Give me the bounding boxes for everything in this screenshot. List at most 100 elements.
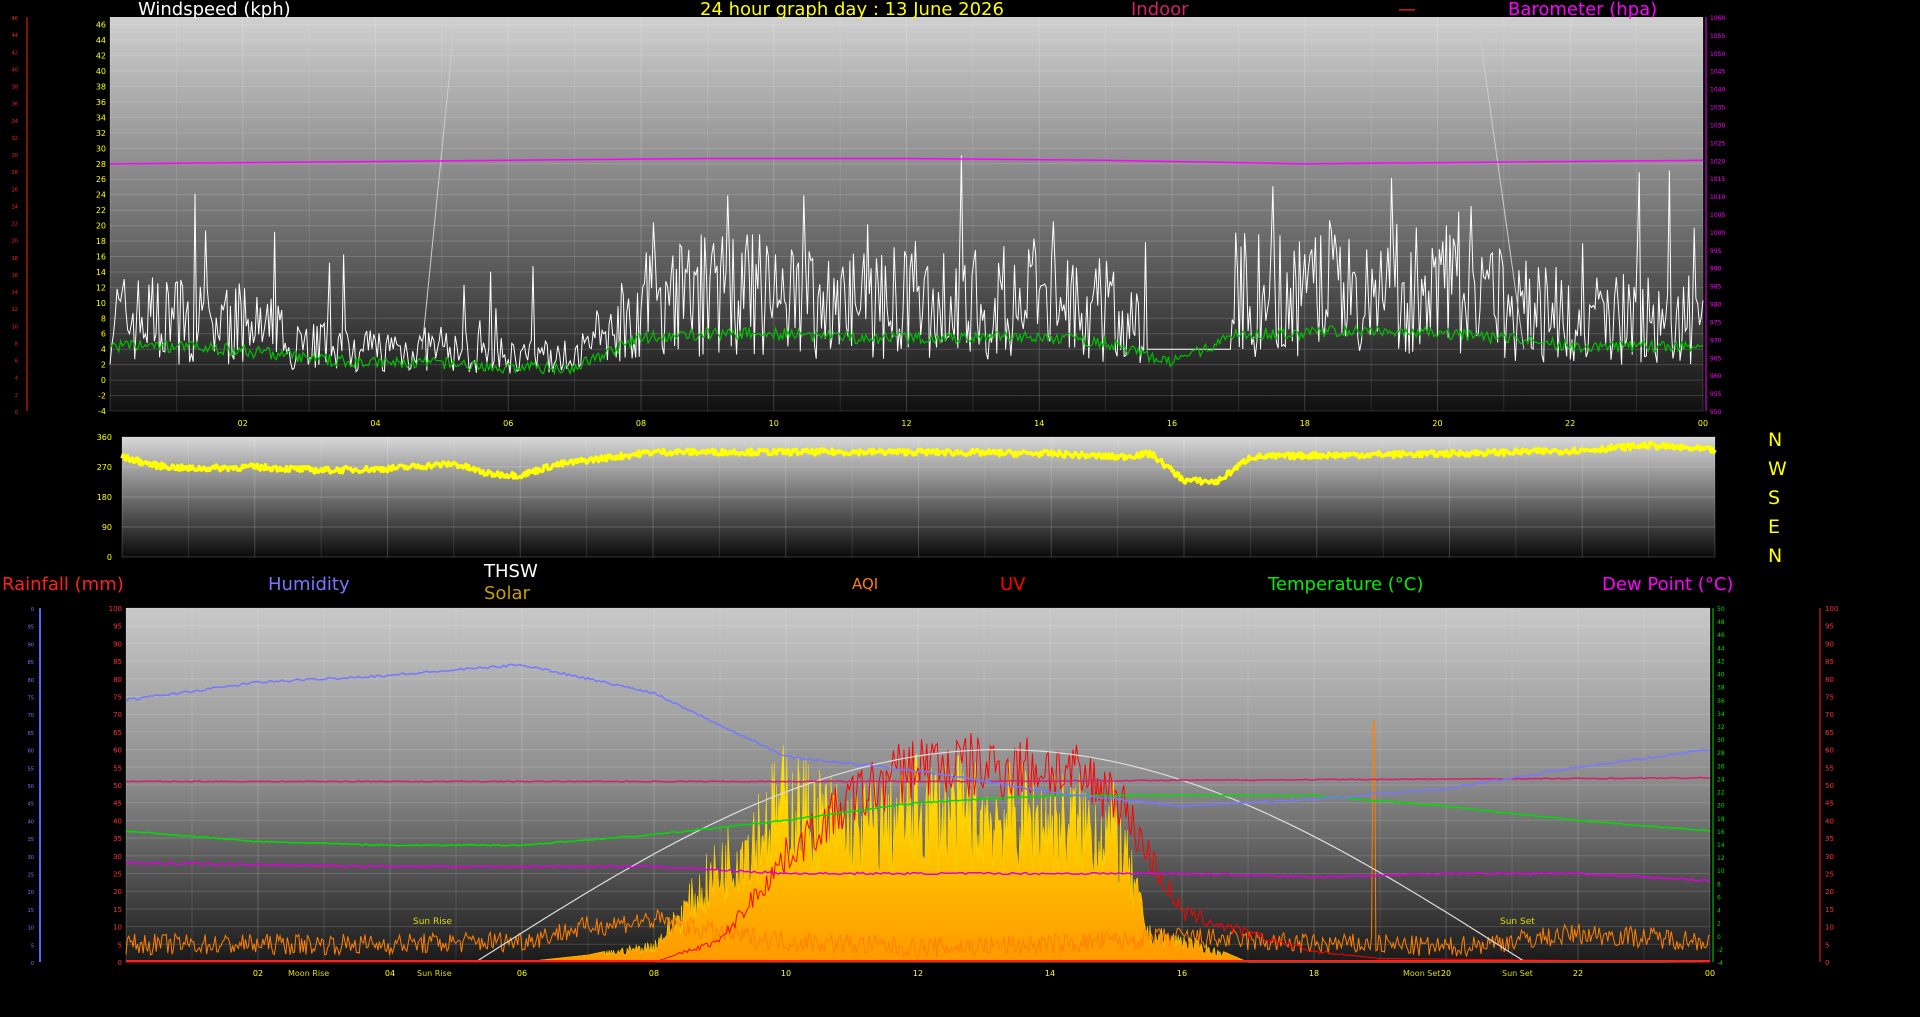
windspeed-x-tick-label: 14	[1034, 419, 1044, 428]
environment-x-tick-label: 16	[1177, 969, 1187, 978]
env-left-tick-label: 60	[113, 747, 122, 755]
windspeed-y-tick-label: 18	[96, 237, 106, 246]
env-left-tick-label: 25	[113, 871, 122, 879]
indoor-dash-legend: —	[1398, 0, 1416, 20]
env-far-right-tick-label: 85	[1825, 658, 1834, 666]
rainfall-mini-tick: 6	[15, 359, 18, 365]
barometer-y-tick-label: 950	[1710, 409, 1722, 416]
temperature-y-tick-label: 22	[1717, 790, 1725, 797]
barometer-y-tick-label: 970	[1710, 337, 1722, 344]
env-far-right-tick-label: 70	[1825, 711, 1834, 719]
rainfall-mini-tick: 30	[12, 153, 18, 159]
sunset-annotation: Sun Set	[1502, 969, 1533, 978]
env-far-right-tick-label: 90	[1825, 640, 1834, 648]
windspeed-x-tick-label: 06	[503, 419, 513, 428]
rainfall-left-tick: 40	[28, 819, 34, 825]
env-far-right-tick-label: 50	[1825, 782, 1834, 790]
env-left-tick-label: 45	[113, 800, 122, 808]
env-far-right-tick-label: 0	[1825, 959, 1829, 967]
humidity-legend: Humidity	[268, 574, 350, 595]
windspeed-y-tick-label: 40	[96, 67, 106, 76]
windspeed-y-tick-label: 12	[96, 283, 106, 292]
rainfall-left-tick: 25	[28, 873, 34, 879]
env-far-right-tick-label: 10	[1825, 924, 1834, 932]
barometer-y-tick-label: 1015	[1710, 176, 1725, 183]
windspeed-x-tick-label: 20	[1432, 419, 1442, 428]
weather-graph-canvas: 02 04 06 08 10 12 14 16 18 20 22 0002 04 06 08 10 12 14 16…	[12, 15, 1839, 978]
windspeed-y-tick-label: 28	[96, 160, 106, 169]
windspeed-x-tick-label: 04	[370, 419, 380, 428]
rainfall-mini-tick: 18	[12, 256, 18, 262]
rainfall-mini-tick: 10	[12, 324, 18, 330]
temperature-y-tick-label: 30	[1717, 737, 1725, 744]
sunset-annotation-top: Sun Set	[1500, 917, 1535, 927]
rainfall-left-tick: 0	[31, 961, 34, 967]
windspeed-x-tick-label: 08	[636, 419, 646, 428]
rainfall-mini-tick: 46	[12, 16, 18, 22]
compass-w: W	[1768, 458, 1787, 480]
rainfall-mini-tick: 32	[12, 136, 18, 142]
temperature-y-tick-label: 12	[1717, 855, 1725, 862]
rainfall-left-tick: 50	[28, 784, 34, 790]
temperature-y-tick-label: 28	[1717, 750, 1725, 757]
barometer-y-tick-label: 995	[1710, 248, 1722, 255]
barometer-y-tick-label: 980	[1710, 302, 1722, 309]
barometer-y-tick-label: 965	[1710, 355, 1722, 362]
windspeed-y-tick-label: 30	[96, 144, 106, 153]
moonset-annotation: Moon Set	[1403, 969, 1441, 978]
barometer-y-tick-label: 960	[1710, 373, 1722, 380]
barometer-y-tick-label: 1030	[1710, 122, 1725, 129]
environment-x-tick-label: 04	[385, 969, 395, 978]
rainfall-left-tick: 30	[28, 855, 34, 861]
rainfall-left-tick: 5	[31, 943, 34, 949]
compass-s: S	[1768, 487, 1781, 509]
rainfall-mini-tick: 26	[12, 187, 18, 193]
environment-x-tick-label: 12	[913, 969, 923, 978]
rainfall-mini-tick: 24	[12, 204, 18, 210]
solar-legend: Solar	[484, 583, 530, 604]
sunrise-annotation-top: Sun Rise	[413, 917, 452, 927]
temperature-y-tick-label: 18	[1717, 816, 1725, 823]
env-far-right-tick-label: 40	[1825, 817, 1834, 825]
temperature-legend: Temperature (°C)	[1268, 574, 1424, 595]
temperature-y-tick-label: 6	[1717, 894, 1721, 901]
rainfall-mini-tick: 16	[12, 273, 18, 279]
windspeed-y-tick-label: 24	[96, 191, 106, 200]
temperature-y-tick-label: 32	[1717, 724, 1725, 731]
rainfall-left-tick: 15	[28, 908, 34, 914]
winddir-y-tick-label: 90	[102, 523, 112, 532]
barometer-axis-title: Barometer (hpa)	[1508, 0, 1658, 20]
environment-x-tick-label: 22	[1573, 969, 1583, 978]
temperature-y-tick-label: 16	[1717, 829, 1725, 836]
rainfall-mini-tick: 0	[15, 410, 18, 416]
rainfall-left-tick: 60	[28, 749, 34, 755]
windspeed-y-tick-label: 14	[96, 268, 106, 277]
rainfall-mini-tick: 4	[15, 376, 18, 382]
temperature-y-tick-label: 14	[1717, 842, 1725, 849]
rainfall-mini-tick: 8	[15, 341, 18, 347]
env-left-tick-label: 100	[109, 605, 122, 613]
env-far-right-tick-label: 55	[1825, 764, 1834, 772]
temperature-y-tick-label: 38	[1717, 685, 1725, 692]
rainfall-mini-tick: 36	[12, 102, 18, 108]
rainfall-left-tick: 85	[28, 660, 34, 666]
env-left-tick-label: 75	[113, 694, 122, 702]
rainfall-left-tick: 0	[31, 607, 34, 613]
temperature-y-tick-label: 8	[1717, 881, 1721, 888]
environment-x-tick-label: 14	[1045, 969, 1055, 978]
rainfall-left-tick: 65	[28, 731, 34, 737]
barometer-y-tick-label: 975	[1710, 319, 1722, 326]
barometer-y-tick-label: 1025	[1710, 140, 1725, 147]
env-left-tick-label: 95	[113, 623, 122, 631]
barometer-y-tick-label: 1005	[1710, 212, 1725, 219]
temperature-y-tick-label: 40	[1717, 672, 1725, 679]
env-far-right-tick-label: 100	[1825, 605, 1838, 613]
windspeed-axis-title: Windspeed (kph)	[138, 0, 291, 20]
windspeed-y-tick-label: 10	[96, 299, 106, 308]
env-left-tick-label: 85	[113, 658, 122, 666]
environment-x-tick-label: 00	[1705, 969, 1715, 978]
env-left-tick-label: 20	[113, 888, 122, 896]
env-left-tick-label: 35	[113, 835, 122, 843]
temperature-y-tick-label: 24	[1717, 776, 1725, 783]
windspeed-y-tick-label: 16	[96, 252, 106, 261]
